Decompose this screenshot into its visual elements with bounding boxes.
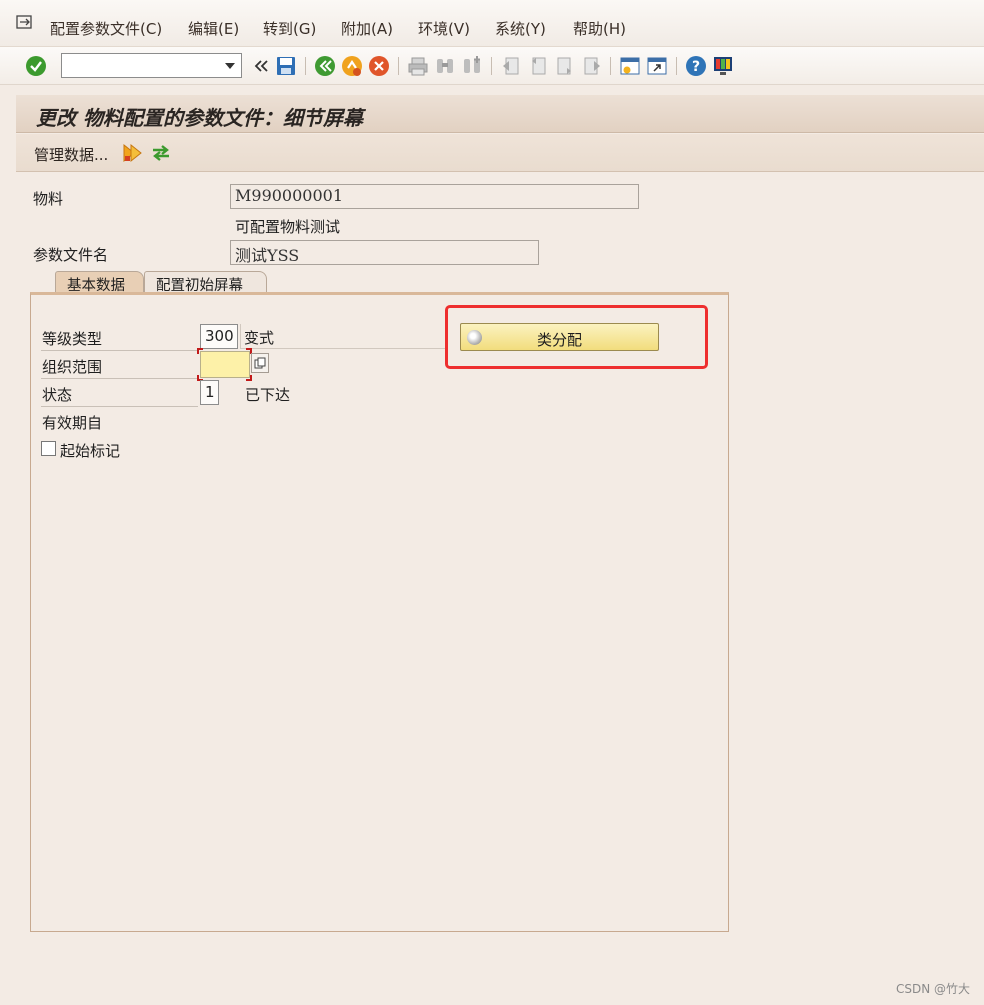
application-toolbar: 管理数据...: [16, 134, 984, 172]
create-session-icon[interactable]: [619, 55, 641, 77]
command-field[interactable]: [61, 53, 242, 78]
tab-config-initial-screen[interactable]: 配置初始屏幕: [144, 271, 267, 294]
menu-item-help[interactable]: 帮助(H): [573, 18, 626, 39]
toolbar-separator: [305, 57, 306, 75]
status-label: 状态: [42, 386, 73, 404]
first-page-icon[interactable]: [500, 55, 522, 77]
start-flag-checkbox[interactable]: [41, 441, 56, 456]
profile-name-label: 参数文件名: [33, 246, 109, 264]
find-next-icon[interactable]: [461, 55, 483, 77]
class-type-field[interactable]: 300: [200, 324, 238, 349]
chevron-down-icon[interactable]: [225, 63, 235, 69]
required-marker: [246, 375, 252, 381]
status-description: 已下达: [245, 386, 291, 404]
watermark: CSDN @竹大: [895, 982, 970, 996]
page-title: 更改 物料配置的参数文件：细节屏幕: [36, 106, 363, 130]
start-flag-label: 起始标记: [60, 442, 121, 460]
toolbar-separator: [398, 57, 399, 75]
menu-item-extras[interactable]: 附加(A): [341, 18, 393, 39]
menu-bar: 配置参数文件(C) 编辑(E) 转到(G) 附加(A) 环境(V) 系统(Y) …: [0, 0, 984, 47]
help-icon[interactable]: ?: [685, 55, 707, 77]
last-page-icon[interactable]: [581, 55, 603, 77]
row-divider: [41, 406, 198, 407]
tab-panel-basic-data: [30, 292, 729, 932]
row-divider: [41, 378, 198, 379]
back-icon[interactable]: [314, 55, 336, 77]
profile-name-field[interactable]: 测试YSS: [230, 240, 539, 265]
org-area-label: 组织范围: [42, 358, 103, 376]
refresh-icon[interactable]: [150, 142, 172, 164]
customize-layout-icon[interactable]: [712, 55, 734, 77]
red-highlight-box: [445, 305, 708, 369]
menu-item-system[interactable]: 系统(Y): [495, 18, 546, 39]
tab-basic-data[interactable]: 基本数据: [55, 271, 144, 294]
value-help-button[interactable]: [251, 353, 269, 373]
menu-item-environment[interactable]: 环境(V): [418, 18, 470, 39]
toolbar-separator: [491, 57, 492, 75]
valid-from-label: 有效期自: [42, 414, 103, 432]
execute-icon[interactable]: [122, 142, 144, 164]
save-icon[interactable]: [275, 55, 297, 77]
shortcut-icon[interactable]: [646, 55, 668, 77]
next-page-icon[interactable]: [554, 55, 576, 77]
print-icon[interactable]: [407, 55, 429, 77]
status-field[interactable]: 1: [200, 380, 219, 405]
cancel-icon[interactable]: [368, 55, 390, 77]
toolbar-separator: [610, 57, 611, 75]
standard-toolbar: ?: [0, 47, 984, 85]
menu-item-goto[interactable]: 转到(G): [263, 18, 316, 39]
exit-icon[interactable]: [341, 55, 363, 77]
find-icon[interactable]: [434, 55, 456, 77]
previous-page-icon[interactable]: [527, 55, 549, 77]
required-marker: [197, 348, 203, 354]
admin-data-button[interactable]: 管理数据...: [34, 144, 108, 165]
material-description: 可配置物料测试: [235, 218, 341, 236]
title-bar: 更改 物料配置的参数文件：细节屏幕: [16, 95, 984, 133]
row-divider: [41, 350, 198, 351]
svg-text:?: ?: [692, 59, 700, 75]
enter-icon[interactable]: [25, 55, 47, 77]
back-nav-icon[interactable]: [250, 55, 272, 77]
material-label: 物料: [33, 190, 64, 208]
system-menu-icon[interactable]: [16, 14, 34, 30]
menu-item-edit[interactable]: 编辑(E): [188, 18, 239, 39]
menu-item-profile[interactable]: 配置参数文件(C): [50, 18, 162, 39]
org-area-field[interactable]: [200, 351, 250, 378]
copy-icon: [254, 357, 266, 369]
toolbar-separator: [676, 57, 677, 75]
class-type-description: 变式: [240, 324, 445, 349]
material-field: M990000001: [230, 184, 639, 209]
class-type-label: 等级类型: [42, 330, 103, 348]
